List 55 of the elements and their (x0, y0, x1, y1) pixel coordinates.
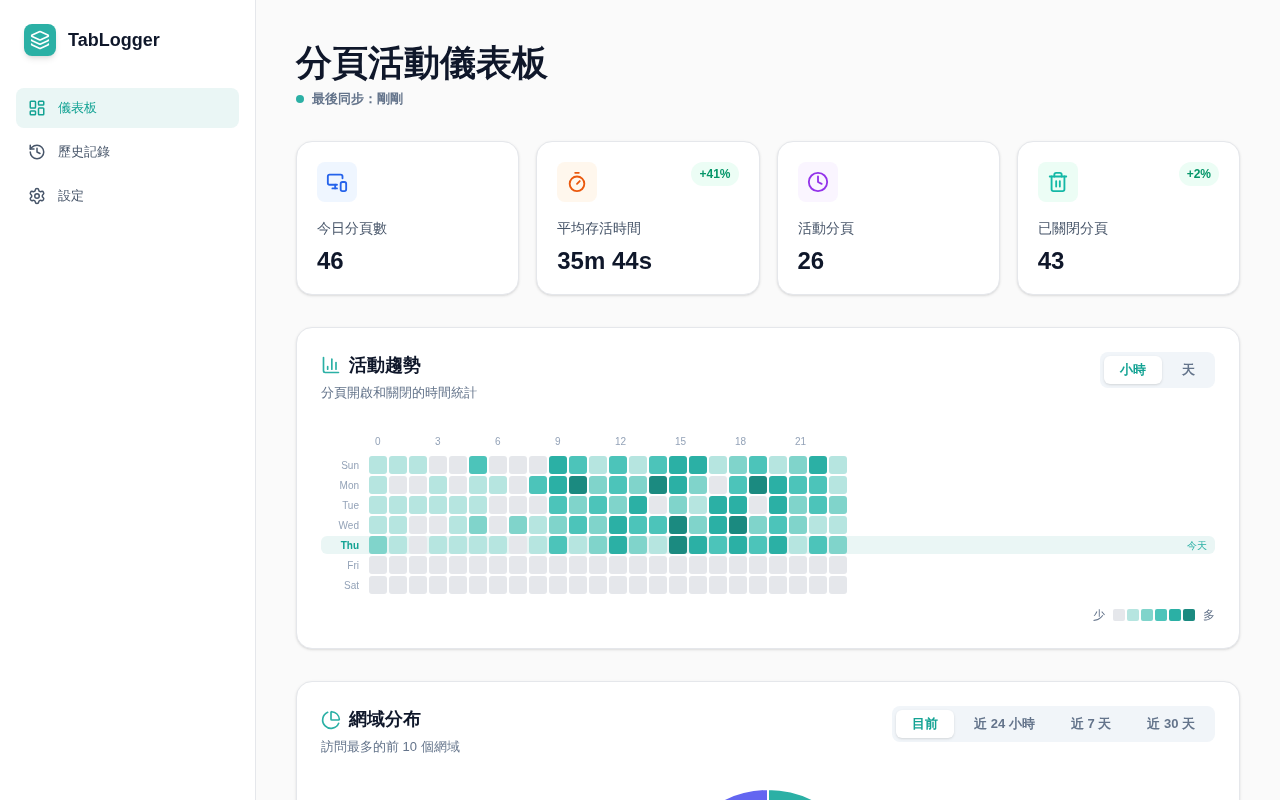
change-badge: +41% (691, 161, 739, 186)
dashboard-icon (28, 99, 46, 117)
segment-tab[interactable]: 近 30 天 (1131, 710, 1211, 738)
segment-tab[interactable]: 近 24 小時 (958, 710, 1051, 738)
hour-label: 18 (735, 435, 747, 449)
stat-label: 今日分頁數 (317, 218, 388, 238)
segment-tab[interactable]: 近 7 天 (1054, 710, 1128, 738)
page-title: 分頁活動儀表板 (296, 41, 549, 85)
change-badge: +2% (1178, 161, 1219, 186)
section-subtitle: 分頁開啟和關閉的時間統計 (321, 383, 477, 402)
day-label: Thu (339, 538, 359, 553)
hour-label: 21 (795, 435, 807, 449)
segment-tab[interactable]: 天 (1166, 355, 1211, 384)
legend-low: 少 (1093, 607, 1105, 624)
sidebar-item[interactable]: 歷史記錄 (16, 132, 239, 172)
sync-status: 最後同步：剛剛 (312, 90, 403, 108)
settings-icon (28, 187, 46, 205)
day-label: Sat (343, 578, 359, 593)
legend-high: 多 (1203, 607, 1215, 624)
section-title: 網域分布 (349, 708, 421, 731)
stat-value: 35m 44s (557, 245, 653, 276)
stat-value: 26 (797, 245, 826, 276)
hour-label: 0 (375, 435, 381, 449)
clock-icon (797, 161, 838, 202)
intensity-legend-icon (1113, 609, 1195, 621)
trash-icon (1037, 161, 1078, 202)
history-icon (28, 143, 46, 161)
hour-label: 15 (675, 435, 687, 449)
day-label: Tue (341, 498, 359, 513)
segment-tab[interactable]: 目前 (896, 710, 955, 738)
day-label: Mon (338, 478, 359, 493)
hour-label: 12 (615, 435, 627, 449)
stat-label: 已關閉分頁 (1037, 218, 1109, 238)
hour-label: 6 (495, 435, 501, 449)
day-label: Fri (346, 558, 359, 573)
day-label: Wed (337, 518, 359, 533)
app-logo-icon (24, 24, 56, 56)
devices-icon (317, 161, 357, 202)
app-name: TabLogger (68, 28, 160, 52)
stat-value: 43 (1037, 245, 1066, 276)
day-label: Sun (340, 458, 359, 473)
today-label: 今天 (1187, 538, 1208, 553)
sidebar-item[interactable]: 儀表板 (16, 88, 239, 128)
segment-tab[interactable]: 小時 (1104, 355, 1162, 384)
section-title: 活動趨勢 (349, 353, 421, 377)
sidebar-item[interactable]: 設定 (16, 176, 239, 216)
stat-value: 46 (317, 245, 345, 276)
pie-chart-icon (321, 709, 341, 730)
stopwatch-icon (557, 161, 598, 202)
stat-label: 平均存活時間 (557, 218, 643, 238)
stat-label: 活動分頁 (797, 218, 855, 238)
hour-label: 9 (555, 435, 561, 449)
hour-label: 3 (435, 435, 441, 449)
bar-chart-icon (321, 355, 341, 375)
section-subtitle: 訪問最多的前 10 個網域 (321, 738, 460, 756)
